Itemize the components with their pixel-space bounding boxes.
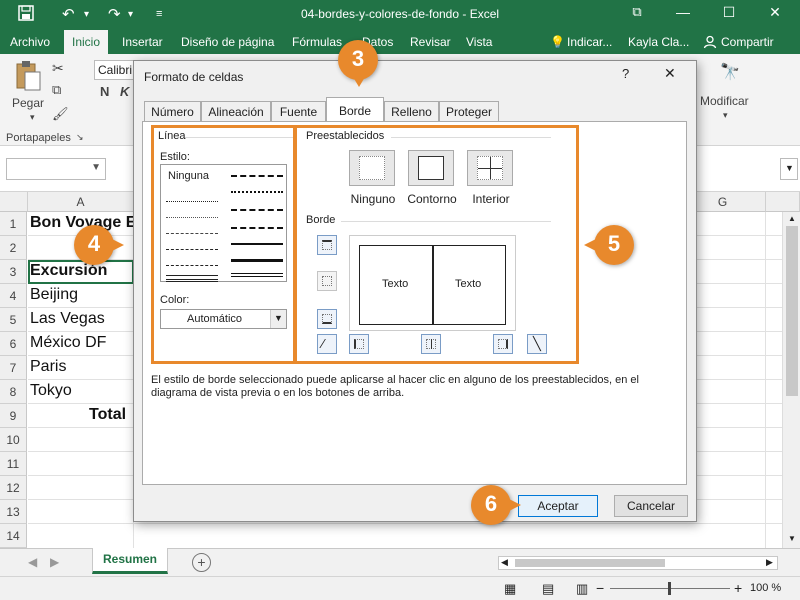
user-icon	[703, 35, 717, 52]
zoom-out-button[interactable]: −	[596, 580, 604, 596]
paste-button[interactable]: Pegar	[12, 96, 44, 110]
row-header[interactable]: 14	[0, 524, 27, 548]
tab-alineacion[interactable]: Alineación	[201, 101, 271, 122]
row-header[interactable]: 4	[0, 284, 27, 308]
zoom-slider-thumb[interactable]	[668, 582, 671, 595]
maximize-button[interactable]: ☐	[714, 4, 744, 21]
hint-text: El estilo de borde seleccionado puede ap…	[151, 374, 639, 399]
tab-scroll-left-icon[interactable]: ◀	[28, 555, 37, 569]
vertical-scroll-thumb[interactable]	[786, 226, 798, 396]
name-box[interactable]: ▼	[6, 158, 106, 180]
font-name-value: Calibri	[98, 63, 133, 77]
cancel-button[interactable]: Cancelar	[614, 495, 688, 517]
step-marker-6: 6	[471, 485, 521, 525]
horizontal-scroll-thumb[interactable]	[515, 559, 665, 567]
normal-view-icon[interactable]: ▦	[504, 581, 516, 597]
title-bar: ↶ ▾ ↷ ▾ ≡ 04-bordes-y-colores-de-fondo -…	[0, 0, 800, 30]
row-header[interactable]: 3	[0, 260, 27, 284]
step-marker-4: 4	[74, 225, 124, 265]
clipboard-launcher-icon[interactable]: ↘	[76, 132, 84, 143]
tab-archivo[interactable]: Archivo	[10, 35, 50, 49]
find-icon[interactable]: 🔭	[720, 62, 740, 82]
tell-me-box[interactable]: Indicar...	[567, 35, 612, 49]
tab-fuente[interactable]: Fuente	[271, 101, 326, 122]
cell-a5[interactable]: Las Vegas	[30, 310, 105, 328]
cell-a4[interactable]: Beijing	[30, 286, 78, 304]
column-header-next	[766, 192, 800, 212]
sheet-tab-bar: ◀ ▶ Resumen + ◀ ▶	[0, 548, 800, 576]
row-header[interactable]: 11	[0, 452, 27, 476]
dialog-close-button[interactable]: ✕	[664, 65, 676, 82]
column-header-a[interactable]: A	[28, 192, 134, 212]
row-header[interactable]: 12	[0, 476, 27, 500]
page-break-view-icon[interactable]: ▥	[576, 581, 588, 597]
step-marker-5: 5	[584, 225, 634, 265]
modify-button[interactable]: Modificar	[700, 94, 749, 108]
tab-proteger[interactable]: Proteger	[439, 101, 499, 122]
sheet-tab-resumen[interactable]: Resumen	[92, 548, 168, 574]
user-name[interactable]: Kayla Cla...	[628, 35, 689, 49]
dialog-title: Formato de celdas	[144, 70, 244, 84]
paste-icon[interactable]	[14, 60, 42, 92]
copy-icon[interactable]: ⧉	[52, 82, 61, 98]
row-header[interactable]: 10	[0, 428, 27, 452]
row-header[interactable]: 8	[0, 380, 27, 404]
line-group-highlight	[151, 125, 296, 364]
hscroll-right-icon[interactable]: ▶	[766, 557, 773, 568]
name-box-dropdown-icon[interactable]: ▼	[91, 162, 101, 173]
tab-scroll-right-icon[interactable]: ▶	[50, 555, 59, 569]
italic-button[interactable]: K	[120, 84, 129, 99]
scroll-down-icon[interactable]: ▼	[788, 534, 796, 543]
page-layout-view-icon[interactable]: ▤	[542, 581, 554, 597]
tab-numero[interactable]: Número	[144, 101, 201, 122]
bold-button[interactable]: N	[100, 84, 109, 99]
close-window-button[interactable]: ✕	[760, 4, 790, 21]
vertical-scrollbar[interactable]: ▲ ▼	[782, 212, 800, 548]
tab-diseno-de-pagina[interactable]: Diseño de página	[181, 35, 274, 49]
row-header[interactable]: 7	[0, 356, 27, 380]
help-button[interactable]: ?	[622, 66, 629, 81]
scroll-up-icon[interactable]: ▲	[788, 214, 796, 223]
step-marker-3: 3	[338, 40, 378, 87]
row-header[interactable]: 5	[0, 308, 27, 332]
tab-relleno[interactable]: Relleno	[384, 101, 439, 122]
minimize-button[interactable]: —	[668, 4, 698, 20]
ok-button[interactable]: Aceptar	[518, 495, 598, 517]
tab-formulas[interactable]: Fórmulas	[292, 35, 342, 49]
row-header[interactable]: 1	[0, 212, 27, 236]
cell-a8[interactable]: Tokyo	[30, 382, 72, 400]
row-header[interactable]: 9	[0, 404, 27, 428]
tab-vista[interactable]: Vista	[466, 35, 492, 49]
lightbulb-icon: 💡	[550, 35, 565, 49]
cell-a9[interactable]: Total	[89, 406, 126, 424]
formula-input[interactable]: ▼	[780, 158, 798, 180]
hscroll-left-icon[interactable]: ◀	[501, 557, 508, 568]
status-bar: ▦ ▤ ▥ − + 100 %	[0, 576, 800, 600]
format-painter-icon[interactable]: 🖌	[52, 106, 69, 122]
add-sheet-button[interactable]: +	[192, 553, 211, 572]
share-button[interactable]: Compartir	[721, 35, 774, 49]
horizontal-scrollbar[interactable]: ◀ ▶	[498, 556, 778, 570]
zoom-slider[interactable]	[610, 582, 730, 595]
tab-inicio[interactable]: Inicio	[64, 30, 109, 54]
cell-a7[interactable]: Paris	[30, 358, 66, 376]
tab-revisar[interactable]: Revisar	[410, 35, 451, 49]
paste-dropdown-icon[interactable]: ▾	[30, 112, 35, 123]
cell-a6[interactable]: México DF	[30, 334, 106, 352]
row-header[interactable]: 2	[0, 236, 27, 260]
zoom-in-button[interactable]: +	[734, 580, 742, 596]
row-header[interactable]: 13	[0, 500, 27, 524]
row-header[interactable]: 6	[0, 332, 27, 356]
ribbon-tabs: Archivo Inicio Insertar Diseño de página…	[0, 30, 800, 54]
border-group-highlight	[294, 125, 579, 364]
zoom-level[interactable]: 100 %	[750, 582, 781, 594]
select-all-corner[interactable]	[0, 192, 28, 212]
font-name-box[interactable]: Calibri	[94, 60, 134, 80]
ribbon-display-icon[interactable]: ⧉	[622, 4, 652, 20]
modify-dropdown-icon[interactable]: ▾	[723, 110, 728, 121]
tab-borde[interactable]: Borde	[326, 97, 384, 123]
clipboard-group-label: Portapapeles	[6, 132, 71, 144]
tab-insertar[interactable]: Insertar	[122, 35, 163, 49]
cut-icon[interactable]: ✂	[52, 60, 64, 77]
